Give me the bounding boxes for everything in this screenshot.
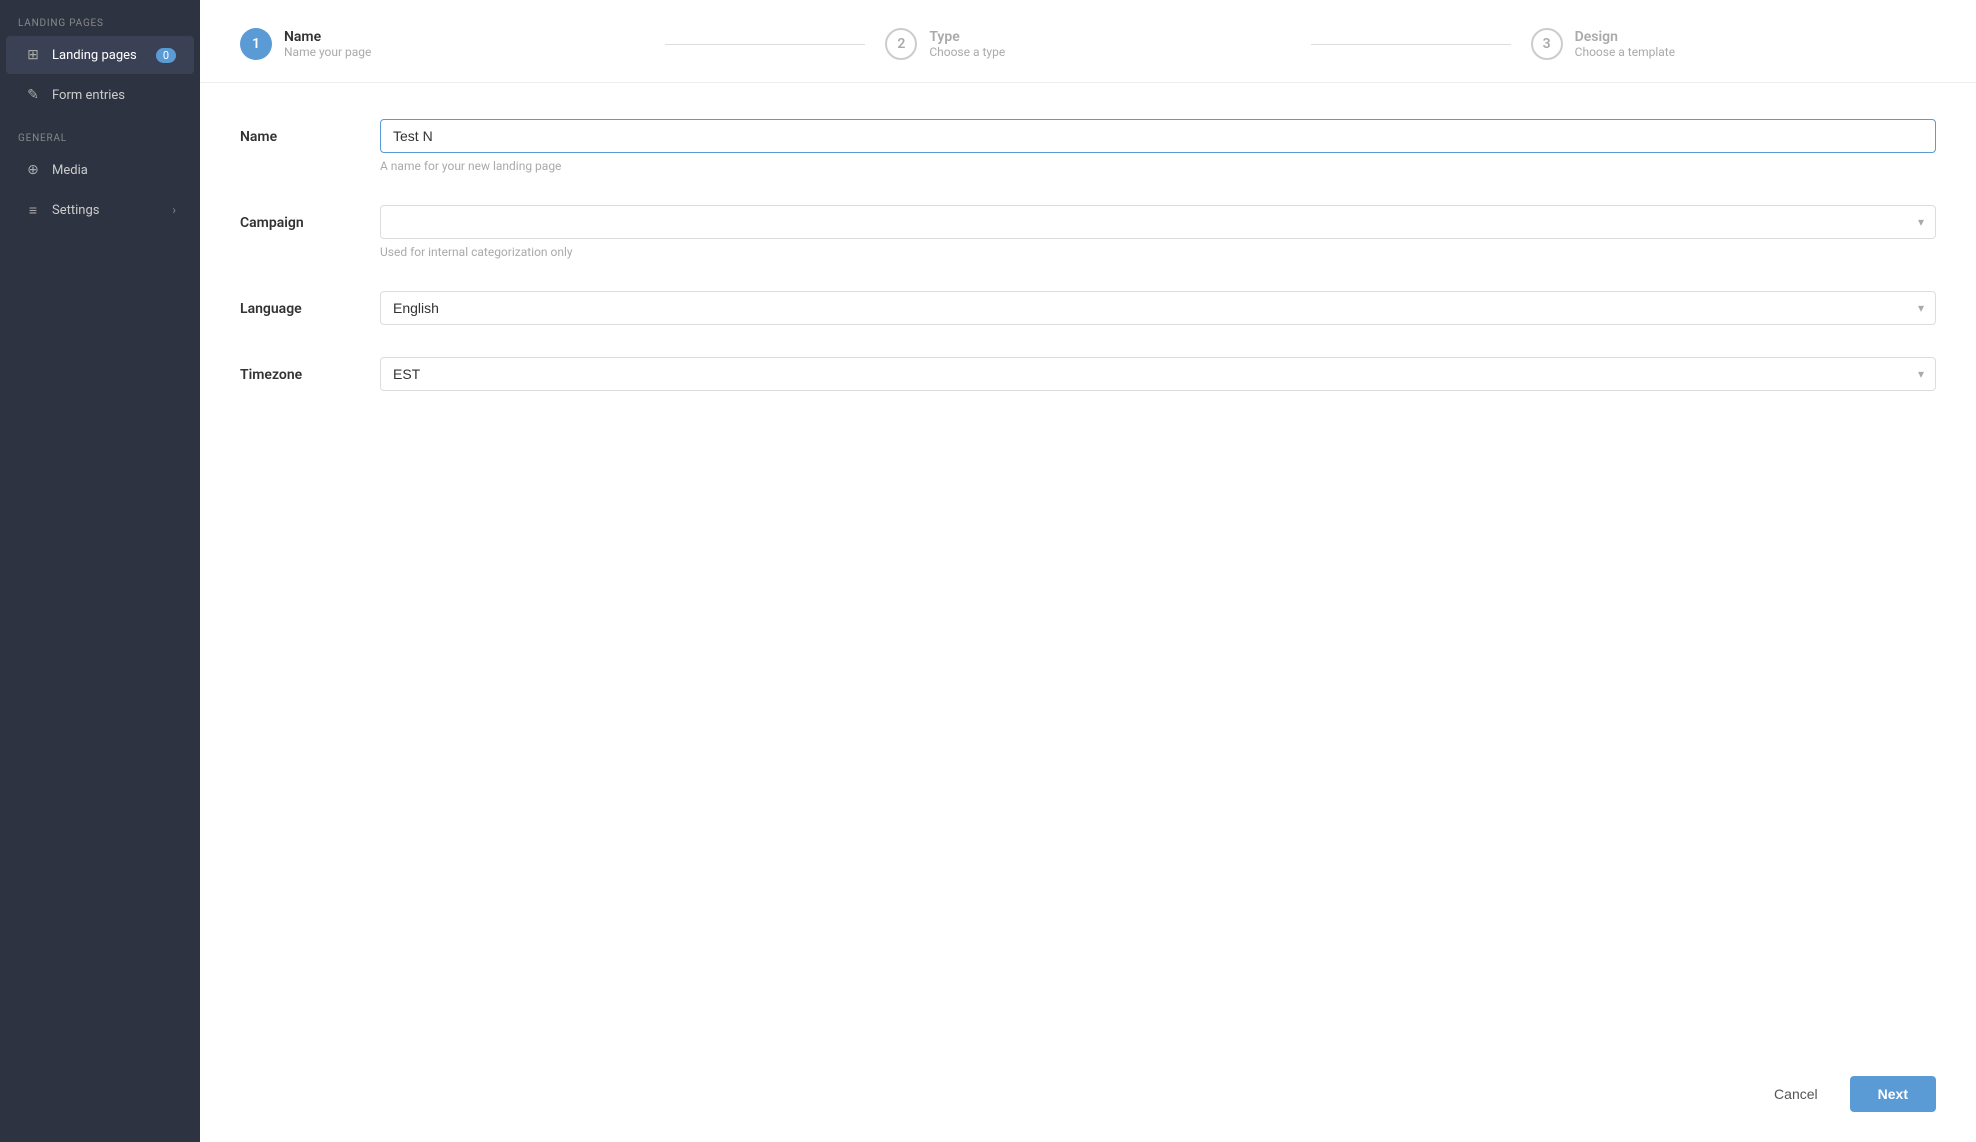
- sidebar-section-landing-pages: LANDING PAGES: [0, 0, 200, 35]
- campaign-label: Campaign: [240, 205, 380, 231]
- step-2: 2 Type Choose a type: [885, 28, 1290, 60]
- sidebar: LANDING PAGES ⊞ Landing pages 0 ✎ Form e…: [0, 0, 200, 1142]
- sidebar-item-label-landing-pages: Landing pages: [52, 48, 137, 63]
- form-row-language: Language English ▾: [240, 291, 1936, 325]
- sidebar-section-general: GENERAL: [0, 115, 200, 150]
- name-hint: A name for your new landing page: [380, 159, 1936, 173]
- timezone-control-area: EST ▾: [380, 357, 1936, 391]
- step-divider-1-2: [665, 44, 865, 45]
- step-1-title: Name: [284, 29, 371, 45]
- campaign-select[interactable]: [380, 205, 1936, 239]
- sidebar-item-label-settings: Settings: [52, 203, 99, 218]
- step-divider-2-3: [1311, 44, 1511, 45]
- form-row-campaign: Campaign ▾ Used for internal categorizat…: [240, 205, 1936, 259]
- name-input[interactable]: [380, 119, 1936, 153]
- timezone-select[interactable]: EST: [380, 357, 1936, 391]
- language-select-wrapper: English ▾: [380, 291, 1936, 325]
- step-3: 3 Design Choose a template: [1531, 28, 1936, 60]
- settings-chevron-icon: ›: [172, 203, 176, 217]
- language-select[interactable]: English: [380, 291, 1936, 325]
- campaign-select-wrapper: ▾: [380, 205, 1936, 239]
- sidebar-item-landing-pages[interactable]: ⊞ Landing pages 0: [6, 36, 194, 74]
- main-content: 1 Name Name your page 2 Type Choose a ty…: [200, 0, 1976, 1142]
- step-2-text: Type Choose a type: [929, 29, 1005, 59]
- media-icon: ⊕: [24, 161, 42, 179]
- step-1: 1 Name Name your page: [240, 28, 645, 60]
- step-1-text: Name Name your page: [284, 29, 371, 59]
- language-label: Language: [240, 291, 380, 317]
- form-row-name: Name A name for your new landing page: [240, 119, 1936, 173]
- sidebar-item-settings[interactable]: ≡ Settings ›: [6, 191, 194, 229]
- next-button[interactable]: Next: [1850, 1076, 1936, 1112]
- landing-pages-badge: 0: [156, 48, 176, 63]
- timezone-select-wrapper: EST ▾: [380, 357, 1936, 391]
- sidebar-item-label-form-entries: Form entries: [52, 88, 125, 103]
- cancel-button[interactable]: Cancel: [1754, 1076, 1838, 1112]
- step-3-text: Design Choose a template: [1575, 29, 1675, 59]
- timezone-label: Timezone: [240, 357, 380, 383]
- sidebar-item-form-entries[interactable]: ✎ Form entries: [6, 76, 194, 114]
- step-3-title: Design: [1575, 29, 1675, 45]
- campaign-hint: Used for internal categorization only: [380, 245, 1936, 259]
- step-3-circle: 3: [1531, 28, 1563, 60]
- name-control-area: A name for your new landing page: [380, 119, 1936, 173]
- settings-icon: ≡: [24, 201, 42, 219]
- campaign-control-area: ▾ Used for internal categorization only: [380, 205, 1936, 259]
- name-label: Name: [240, 119, 380, 145]
- landing-pages-icon: ⊞: [24, 46, 42, 64]
- stepper-header: 1 Name Name your page 2 Type Choose a ty…: [200, 0, 1976, 83]
- step-2-title: Type: [929, 29, 1005, 45]
- sidebar-item-label-media: Media: [52, 163, 88, 178]
- step-2-subtitle: Choose a type: [929, 45, 1005, 59]
- step-1-subtitle: Name your page: [284, 45, 371, 59]
- form-row-timezone: Timezone EST ▾: [240, 357, 1936, 391]
- sidebar-item-media[interactable]: ⊕ Media: [6, 151, 194, 189]
- step-1-circle: 1: [240, 28, 272, 60]
- language-control-area: English ▾: [380, 291, 1936, 325]
- form-entries-icon: ✎: [24, 86, 42, 104]
- form-footer: Cancel Next: [200, 1056, 1976, 1142]
- form-area: Name A name for your new landing page Ca…: [200, 83, 1976, 1056]
- step-2-circle: 2: [885, 28, 917, 60]
- step-3-subtitle: Choose a template: [1575, 45, 1675, 59]
